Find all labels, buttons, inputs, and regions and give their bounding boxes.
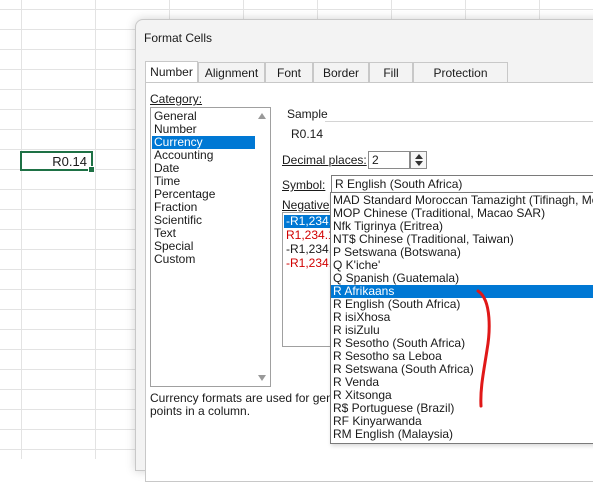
symbol-option[interactable]: RM English (Malaysia) <box>331 428 593 441</box>
spin-down-icon[interactable] <box>415 161 423 166</box>
red-annotation-mark <box>476 289 491 408</box>
tab-number[interactable]: Number <box>145 61 198 83</box>
currency-description: Currency formats are used for gene point… <box>150 392 335 418</box>
scroll-up-icon[interactable] <box>258 113 266 119</box>
selected-cell[interactable]: R0.14 <box>20 151 95 173</box>
tab-fill[interactable]: Fill <box>369 62 413 82</box>
symbol-combobox[interactable]: R English (South Africa) <box>331 175 593 193</box>
negative-option[interactable]: R1,234.1 <box>284 229 331 242</box>
decimal-places-label-text: Decimal places: <box>282 153 367 167</box>
sample-value: R0.14 <box>291 127 324 141</box>
dialog-title: Format Cells <box>144 31 213 45</box>
symbol-dropdown-list[interactable]: MAD Standard Moroccan Tamazight (Tifinag… <box>330 192 593 444</box>
selected-cell-value: R0.14 <box>52 154 87 169</box>
tab-border[interactable]: Border <box>313 62 369 82</box>
category-scrollbar[interactable] <box>255 109 269 385</box>
sample-label: Sample <box>287 107 328 121</box>
scroll-down-icon[interactable] <box>258 375 266 381</box>
sample-divider <box>325 121 593 122</box>
tab-protection[interactable]: Protection <box>413 62 508 82</box>
category-item-custom[interactable]: Custom <box>152 253 256 266</box>
decimal-places-label: Decimal places: <box>282 153 367 167</box>
symbol-label: Symbol: <box>282 178 326 192</box>
fill-handle[interactable] <box>88 166 95 173</box>
spin-up-icon[interactable] <box>415 154 423 159</box>
negative-option[interactable]: -R1,234.1 <box>284 215 331 228</box>
category-list[interactable]: General Number Currency Accounting Date … <box>150 107 271 387</box>
description-line-2: points in a column. <box>150 404 251 418</box>
decimal-places-spinner[interactable] <box>410 151 427 169</box>
category-label: Category: <box>150 92 203 106</box>
tab-alignment[interactable]: Alignment <box>198 62 265 82</box>
negative-option[interactable]: -R1,234.1 <box>284 243 331 256</box>
tab-font[interactable]: Font <box>265 62 313 82</box>
negative-numbers-label: Negative <box>282 198 330 212</box>
negative-numbers-list[interactable]: -R1,234.1 R1,234.1 -R1,234.1 -R1,234.1 <box>282 212 332 347</box>
negative-option[interactable]: -R1,234.1 <box>284 257 331 270</box>
decimal-places-input[interactable]: 2 <box>368 151 410 169</box>
